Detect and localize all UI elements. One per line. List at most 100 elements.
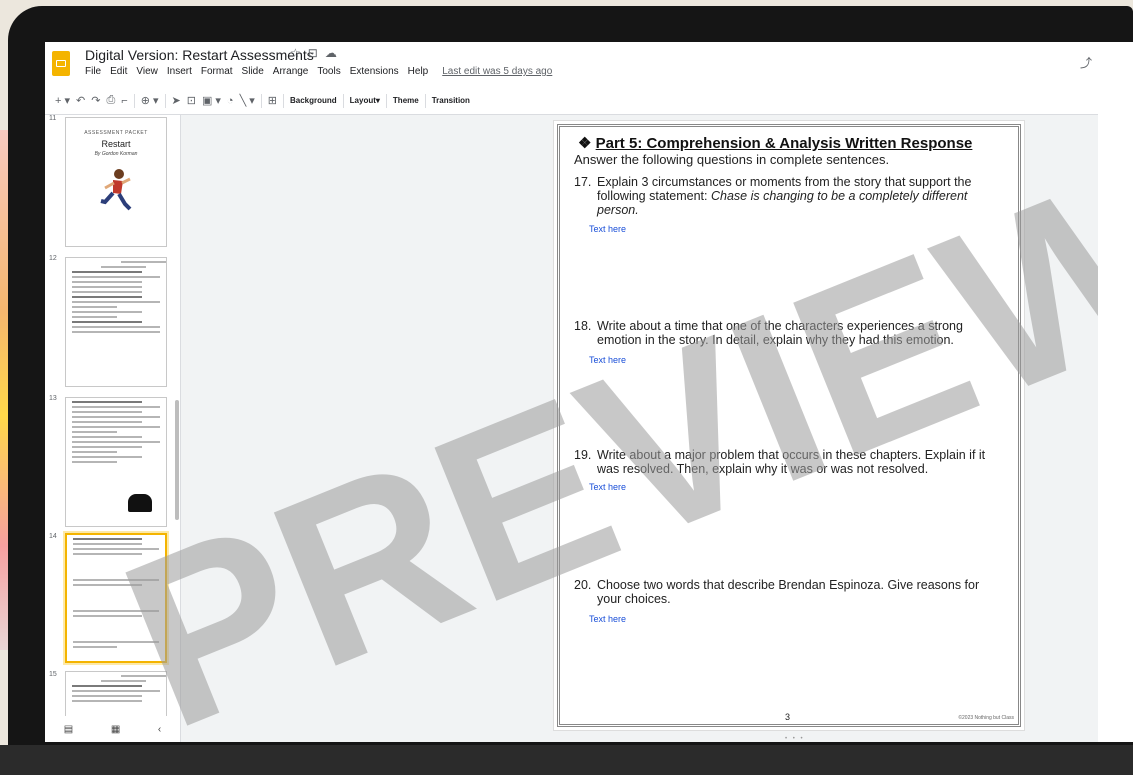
answer-textbox-17[interactable]: Text here bbox=[589, 224, 626, 234]
question-body: Choose two words that describe Brendan E… bbox=[597, 578, 980, 606]
slide-number: 15 bbox=[49, 671, 57, 678]
runner-illustration bbox=[100, 169, 132, 211]
menu-file[interactable]: File bbox=[85, 66, 101, 77]
separator bbox=[260, 93, 262, 108]
menu-insert[interactable]: Insert bbox=[167, 66, 192, 77]
thumb-line bbox=[73, 553, 142, 555]
list-view-icon[interactable]: ▤ bbox=[64, 724, 73, 735]
question-17: 17. Explain 3 circumstances or moments f… bbox=[574, 175, 1002, 217]
star-icon[interactable]: ☆ bbox=[290, 46, 308, 60]
layout-label: Layout bbox=[349, 96, 376, 105]
thumb-line bbox=[72, 286, 142, 288]
thumb-line bbox=[72, 281, 142, 283]
paint-format-icon[interactable]: ⌐ bbox=[121, 95, 127, 107]
image-icon[interactable]: ▣ ▾ bbox=[202, 94, 221, 107]
slide-thumbnail-11[interactable]: ASSESSMENT PACKET Restart By Gordon Korm… bbox=[65, 117, 167, 247]
filmstrip-scrollbar[interactable] bbox=[175, 400, 179, 520]
thumb-line bbox=[72, 685, 142, 687]
activity-trend-icon[interactable]: ⤴ bbox=[1080, 54, 1092, 71]
thumb-line bbox=[72, 690, 160, 692]
menu-view[interactable]: View bbox=[136, 66, 158, 77]
textbox-icon[interactable]: ⊡ bbox=[187, 94, 196, 107]
filmstrip: 11 ASSESSMENT PACKET Restart By Gordon K… bbox=[45, 115, 181, 742]
thumb-line bbox=[101, 266, 146, 268]
thumb-subtitle: ASSESSMENT PACKET bbox=[84, 130, 148, 136]
new-slide-icon[interactable]: + ▾ bbox=[55, 94, 70, 107]
question-body: Write about a major problem that occurs … bbox=[597, 448, 986, 476]
thumb-line bbox=[72, 306, 117, 308]
print-icon[interactable]: ⎙ bbox=[106, 94, 115, 107]
thumb-line bbox=[73, 641, 159, 643]
menu-edit[interactable]: Edit bbox=[110, 66, 127, 77]
question-body: Write about a time that one of the chara… bbox=[597, 319, 963, 347]
menu-slide[interactable]: Slide bbox=[242, 66, 264, 77]
undo-icon[interactable]: ↶ bbox=[76, 94, 85, 107]
thumb-line bbox=[72, 700, 142, 702]
slide-thumbnail-14-selected[interactable] bbox=[65, 533, 167, 663]
menu-extensions[interactable]: Extensions bbox=[350, 66, 399, 77]
instructions: Answer the following questions in comple… bbox=[574, 152, 890, 167]
answer-textbox-20[interactable]: Text here bbox=[589, 614, 626, 624]
thumb-line bbox=[72, 311, 142, 313]
question-number: 18. bbox=[574, 319, 592, 333]
thumb-line bbox=[72, 321, 142, 323]
select-icon[interactable]: ➤ bbox=[172, 94, 181, 107]
title-icons: ☆⊡☁ bbox=[290, 46, 344, 60]
doc-title[interactable]: Digital Version: Restart Assessments bbox=[85, 47, 314, 63]
thumb-line bbox=[73, 538, 142, 540]
comment-icon[interactable]: ⊞ bbox=[268, 94, 277, 107]
screen-right-edge bbox=[1098, 42, 1133, 742]
thumb-line bbox=[72, 406, 160, 408]
thumb-title: Restart bbox=[101, 139, 131, 149]
menu-tools[interactable]: Tools bbox=[317, 66, 340, 77]
menu-arrange[interactable]: Arrange bbox=[273, 66, 309, 77]
thumb-line bbox=[73, 615, 142, 617]
laptop-base bbox=[0, 745, 1133, 775]
background-button[interactable]: Background bbox=[290, 96, 337, 105]
slide-thumbnail-12[interactable] bbox=[65, 257, 167, 387]
separator bbox=[424, 93, 426, 108]
separator bbox=[164, 93, 166, 108]
thumb-line bbox=[72, 401, 142, 403]
answer-textbox-18[interactable]: Text here bbox=[589, 355, 626, 365]
layout-button[interactable]: Layout▾ bbox=[350, 96, 380, 105]
slide-number: 14 bbox=[49, 533, 57, 540]
slides-logo-icon[interactable] bbox=[52, 51, 70, 76]
copyright: ©2023 Nothing but Class bbox=[958, 715, 1014, 721]
separator bbox=[133, 93, 135, 108]
thumb-gap bbox=[67, 620, 165, 638]
thumb-line bbox=[72, 411, 142, 413]
separator bbox=[342, 93, 344, 108]
thumb-line bbox=[72, 276, 160, 278]
zoom-icon[interactable]: ⊕ ▾ bbox=[141, 94, 159, 107]
toolbar: + ▾ ↶ ↷ ⎙ ⌐ ⊕ ▾ ➤ ⊡ ▣ ▾ ◔ ╲ ▾ ⊞ Backgrou… bbox=[45, 87, 1098, 115]
slide-canvas[interactable]: ❖ Part 5: Comprehension & Analysis Writt… bbox=[553, 120, 1025, 731]
line-icon[interactable]: ╲ ▾ bbox=[240, 94, 255, 107]
speaker-notes-handle[interactable]: • • • bbox=[785, 736, 805, 742]
thumb-line bbox=[72, 436, 142, 438]
thumb-line bbox=[72, 271, 142, 273]
redo-icon[interactable]: ↷ bbox=[91, 94, 100, 107]
thumb-line bbox=[72, 461, 117, 463]
thumb-line bbox=[72, 426, 160, 428]
menu-help[interactable]: Help bbox=[408, 66, 429, 77]
thumb-line bbox=[73, 646, 118, 648]
folder-icon[interactable]: ⊡ bbox=[308, 46, 325, 60]
thumb-line bbox=[101, 680, 146, 682]
cloud-icon[interactable]: ☁ bbox=[325, 46, 344, 60]
last-edit-link[interactable]: Last edit was 5 days ago bbox=[442, 66, 552, 77]
shape-icon[interactable]: ◔ bbox=[227, 95, 234, 107]
grid-view-icon[interactable]: ▦ bbox=[111, 724, 120, 735]
collapse-panel-icon[interactable]: ‹ bbox=[158, 724, 161, 735]
page-number: 3 bbox=[785, 712, 791, 722]
transition-button[interactable]: Transition bbox=[432, 96, 470, 105]
menu-format[interactable]: Format bbox=[201, 66, 233, 77]
theme-button[interactable]: Theme bbox=[393, 96, 419, 105]
answer-textbox-19[interactable]: Text here bbox=[589, 482, 626, 492]
thumb-line bbox=[72, 451, 117, 453]
app-screen: Digital Version: Restart Assessments ☆⊡☁… bbox=[45, 42, 1098, 742]
menu-bar: File Edit View Insert Format Slide Arran… bbox=[85, 66, 552, 77]
thumb-gap bbox=[67, 558, 165, 576]
slide-thumbnail-13[interactable] bbox=[65, 397, 167, 527]
thumb-author: By Gordon Korman bbox=[94, 151, 138, 157]
